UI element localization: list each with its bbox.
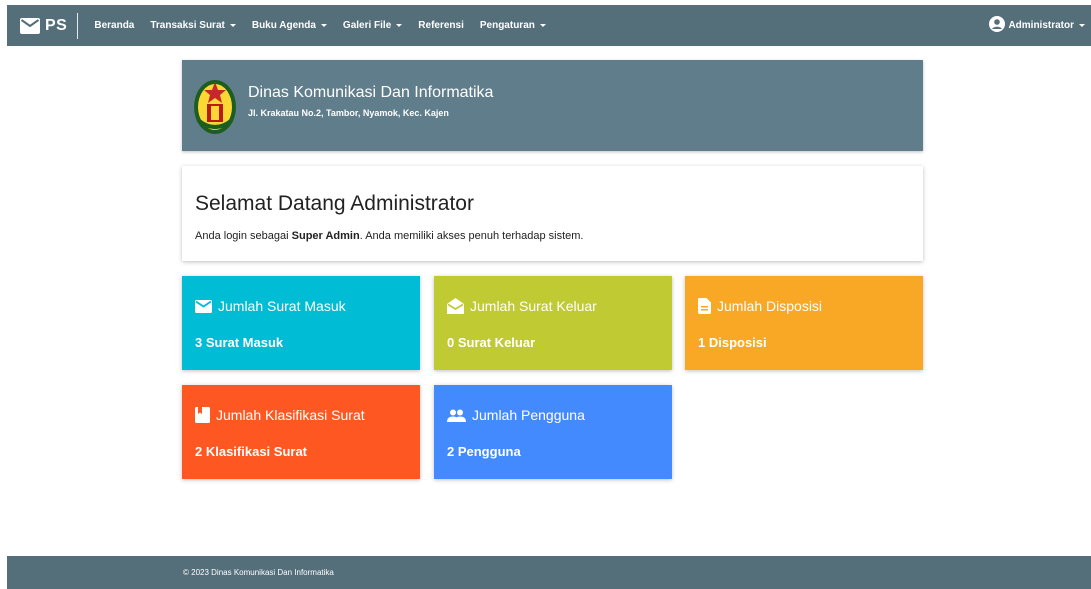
top-navbar: PS Beranda Transaksi Surat Buku Agenda G… [7,5,1091,46]
nav-pengaturan[interactable]: Pengaturan [480,20,546,31]
caret-down-icon [1079,24,1085,27]
welcome-card: Selamat Datang Administrator Anda login … [182,166,923,261]
nav-galeri-file[interactable]: Galeri File [342,20,403,31]
description-icon [698,298,711,314]
organization-name: Dinas Komunikasi Dan Informatika [248,83,494,101]
mail-icon [20,17,40,34]
nav-referensi-label: Referensi [418,20,464,31]
nav-beranda-label: Beranda [94,20,135,31]
organization-address: Jl. Krakatau No.2, Tambor, Nyamok, Kec. … [248,107,449,118]
nav-buku-agenda[interactable]: Buku Agenda [252,20,327,31]
people-icon [447,409,466,422]
stat-value: 2 Klasifikasi Surat [195,444,307,459]
stat-title: Jumlah Surat Masuk [218,298,346,314]
stat-title: Jumlah Klasifikasi Surat [216,407,365,423]
stat-card-disposisi[interactable]: Jumlah Disposisi 1 Disposisi [685,276,923,370]
caret-down-icon [396,24,403,27]
stat-card-surat-keluar[interactable]: Jumlah Surat Keluar 0 Surat Keluar [434,276,672,370]
user-name: Administrator [1008,20,1074,31]
welcome-title: Selamat Datang Administrator [195,192,474,215]
mail-icon [195,299,212,313]
nav-buku-agenda-label: Buku Agenda [251,20,316,31]
nav-transaksi-surat-label: Transaksi Surat [150,20,225,31]
stat-value: 0 Surat Keluar [447,335,536,350]
regency-logo [192,76,238,136]
caret-down-icon [229,24,236,27]
stat-card-pengguna[interactable]: Jumlah Pengguna 2 Pengguna [434,385,672,479]
footer: © 2023 Dinas Komunikasi Dan Informatika [7,556,1091,589]
nav-beranda[interactable]: Beranda [94,20,134,31]
brand-link[interactable]: PS [7,12,79,39]
nav-transaksi-surat[interactable]: Transaksi Surat [150,20,236,31]
user-role: Super Admin [291,230,360,242]
user-menu[interactable]: Administrator [989,16,1085,35]
stat-value: 2 Pengguna [447,444,521,459]
stat-value: 3 Surat Masuk [195,335,284,350]
caret-down-icon [539,24,546,27]
nav-pengaturan-label: Pengaturan [479,20,535,31]
brand-name: PS [45,16,68,34]
stat-title: Jumlah Surat Keluar [470,298,597,314]
stat-card-surat-masuk[interactable]: Jumlah Surat Masuk 3 Surat Masuk [182,276,420,370]
welcome-text-prefix: Anda login sebagai [195,230,292,242]
stat-card-klasifikasi-surat[interactable]: Jumlah Klasifikasi Surat 2 Klasifikasi S… [182,385,420,479]
welcome-message: Anda login sebagai Super Admin. Anda mem… [195,230,911,242]
copyright-text: © 2023 Dinas Komunikasi Dan Informatika [183,568,334,577]
organization-header: Dinas Komunikasi Dan Informatika Jl. Kra… [182,60,923,151]
caret-down-icon [320,24,327,27]
stat-title: Jumlah Pengguna [472,407,585,423]
nav-referensi[interactable]: Referensi [418,20,464,31]
bookmark-icon [195,407,210,423]
stat-value: 1 Disposisi [698,335,767,350]
account-circle-icon [989,16,1008,35]
nav-galeri-file-label: Galeri File [342,20,392,31]
stat-title: Jumlah Disposisi [717,298,823,314]
drafts-icon [447,298,464,314]
welcome-text-suffix: . Anda memiliki akses penuh terhadap sis… [359,230,584,242]
